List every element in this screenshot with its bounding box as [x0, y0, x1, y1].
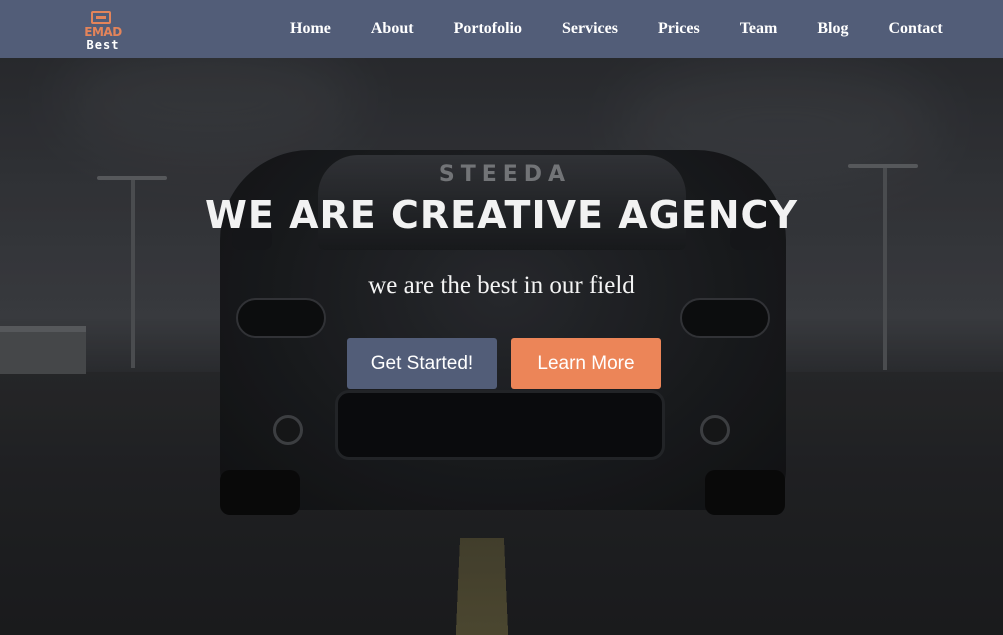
nav-link-about[interactable]: About — [357, 20, 428, 38]
nav-link-portfolio[interactable]: Portofolio — [440, 20, 536, 38]
nav-link-team[interactable]: Team — [726, 20, 792, 38]
hero-dark-overlay — [0, 0, 1003, 635]
hero-background: STEEDA — [0, 0, 1003, 635]
nav-links: Home About Portofolio Services Prices Te… — [276, 0, 957, 58]
hero-subtitle: we are the best in our field — [368, 272, 635, 299]
nav-link-services[interactable]: Services — [548, 20, 632, 38]
hero-title: WE ARE CREATIVE AGENCY — [205, 193, 798, 237]
nav-link-prices[interactable]: Prices — [644, 20, 714, 38]
logo-text-main: EMAD — [84, 25, 122, 39]
nav-link-contact[interactable]: Contact — [874, 20, 956, 38]
navbar: EMAD Best Home About Portofolio Services… — [0, 0, 1003, 58]
nav-link-home[interactable]: Home — [276, 20, 345, 38]
logo-text-sub: Best — [86, 38, 120, 52]
nav-link-blog[interactable]: Blog — [803, 20, 862, 38]
site-logo[interactable]: EMAD Best — [83, 9, 123, 52]
learn-more-button[interactable]: Learn More — [511, 338, 661, 389]
logo-icon — [91, 11, 111, 24]
get-started-button[interactable]: Get Started! — [347, 338, 497, 389]
